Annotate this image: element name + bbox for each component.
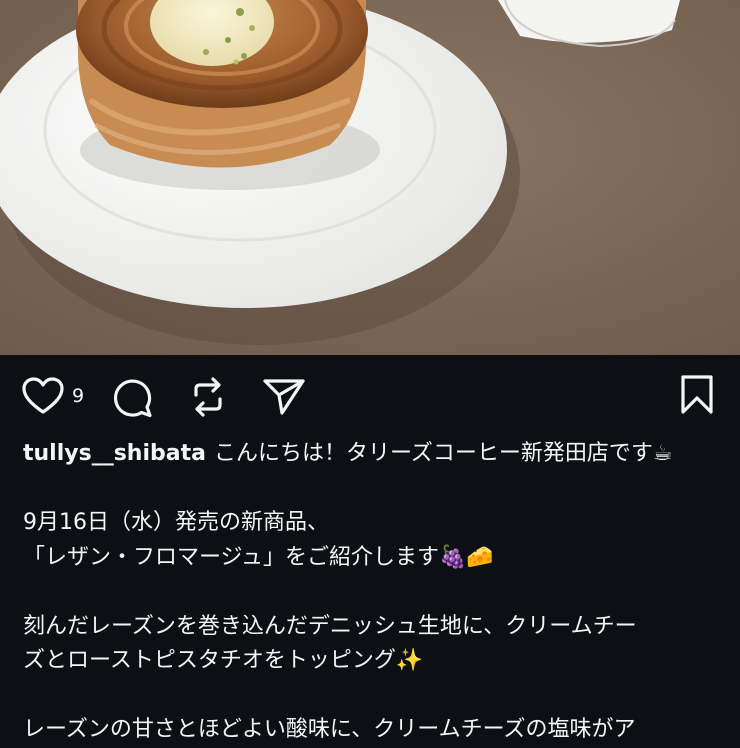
save-button[interactable] <box>680 375 714 415</box>
repost-icon <box>188 375 228 419</box>
like-count: 9 <box>72 385 85 407</box>
caption-line: 9月16日（水）発売の新商品、 <box>23 510 329 535</box>
share-button[interactable] <box>262 377 306 417</box>
caption-line: 「レザン・フロマージュ」をご紹介します🍇🧀 <box>23 544 494 570</box>
caption-line: 刻んだレーズンを巻き込んだデニッシュ生地に、クリームチー <box>23 613 637 639</box>
caption-line: レーズンの甘さとほどよい酸味に、クリームチーズの塩味がア <box>23 717 636 742</box>
bookmark-icon <box>680 375 714 415</box>
pastry-photo <box>0 0 740 355</box>
heart-icon <box>22 377 64 415</box>
post-action-bar: 9 <box>0 355 740 435</box>
username-link[interactable]: tullys__shibata <box>23 441 206 466</box>
like-button[interactable]: 9 <box>22 377 84 415</box>
comment-bubble-icon <box>111 377 153 419</box>
post-image[interactable] <box>0 0 740 355</box>
post-caption: tullys__shibata こんにちは！タリーズコーヒー新発田店です☕ 9月1… <box>23 437 723 748</box>
comment-button[interactable] <box>111 377 153 419</box>
repost-button[interactable] <box>188 375 228 419</box>
caption-line: tullys__shibata こんにちは！タリーズコーヒー新発田店です☕ <box>23 437 723 472</box>
caption-text: こんにちは！タリーズコーヒー新発田店です☕ <box>213 441 673 466</box>
caption-line: ズとローストピスタチオをトッピング✨ <box>23 648 424 673</box>
send-icon <box>262 377 306 417</box>
